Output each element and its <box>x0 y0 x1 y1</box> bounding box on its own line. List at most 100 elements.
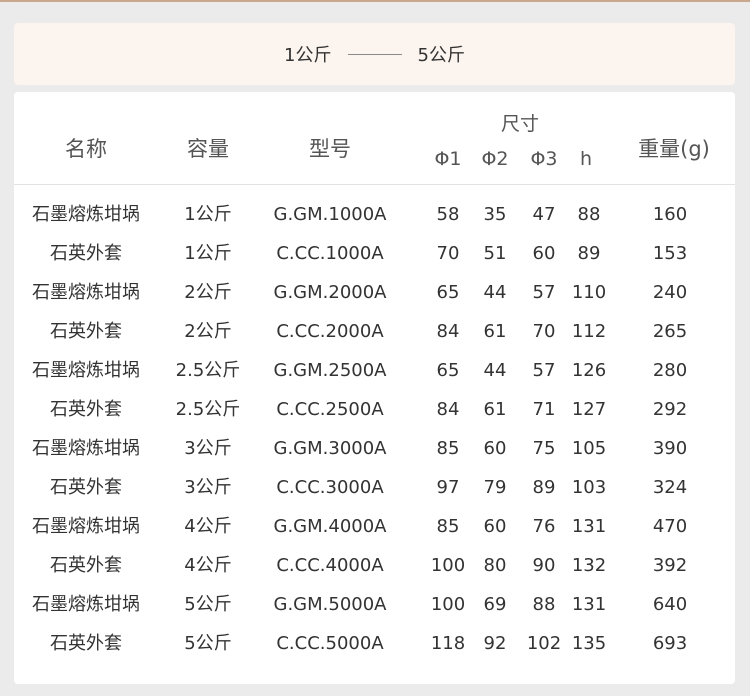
table-row: 石英外套 1公斤 C.CC.1000A 70 51 60 89 153 <box>14 234 735 273</box>
range-dash <box>347 53 402 55</box>
header-h: h <box>579 148 593 170</box>
cell-d3: 76 <box>532 516 556 537</box>
cell-d3: 75 <box>532 438 556 459</box>
cell-h: 131 <box>571 594 607 615</box>
table-row: 石墨熔炼坩埚 2.5公斤 G.GM.2500A 65 44 57 126 280 <box>14 351 735 390</box>
table-row: 石英外套 3公斤 C.CC.3000A 97 79 89 103 324 <box>14 468 735 507</box>
cell-d1: 84 <box>436 321 460 342</box>
cell-d1: 97 <box>436 477 460 498</box>
cell-d3: 70 <box>532 321 556 342</box>
cell-name: 石英外套 <box>50 399 122 420</box>
cell-d2: 61 <box>483 399 507 420</box>
cell-weight: 392 <box>652 555 688 576</box>
cell-h: 88 <box>577 204 601 225</box>
cell-weight: 153 <box>652 243 688 264</box>
cell-model: C.CC.5000A <box>276 633 384 654</box>
cell-capacity: 2公斤 <box>184 282 232 303</box>
table-row: 石英外套 5公斤 C.CC.5000A 118 92 102 135 693 <box>14 624 735 663</box>
cell-d2: 44 <box>483 360 507 381</box>
cell-d3: 90 <box>532 555 556 576</box>
cell-weight: 324 <box>652 477 688 498</box>
header-name: 名称 <box>65 137 107 161</box>
cell-weight: 160 <box>652 204 688 225</box>
cell-model: C.CC.2000A <box>276 321 384 342</box>
cell-d2: 79 <box>483 477 507 498</box>
cell-capacity: 2公斤 <box>184 321 232 342</box>
cell-d3: 89 <box>532 477 556 498</box>
cell-weight: 265 <box>652 321 688 342</box>
cell-d2: 60 <box>483 438 507 459</box>
cell-h: 135 <box>571 633 607 654</box>
cell-d1: 65 <box>436 282 460 303</box>
cell-weight: 470 <box>652 516 688 537</box>
cell-capacity: 4公斤 <box>184 555 232 576</box>
cell-model: C.CC.1000A <box>276 243 384 264</box>
cell-name: 石英外套 <box>50 321 122 342</box>
cell-model: G.GM.2000A <box>273 282 387 303</box>
cell-d3: 71 <box>532 399 556 420</box>
cell-d2: 69 <box>483 594 507 615</box>
cell-d3: 57 <box>532 360 556 381</box>
cell-h: 112 <box>571 321 607 342</box>
cell-d3: 88 <box>532 594 556 615</box>
table-row: 石墨熔炼坩埚 4公斤 G.GM.4000A 85 60 76 131 470 <box>14 507 735 546</box>
table-row: 石墨熔炼坩埚 1公斤 G.GM.1000A 58 35 47 88 160 <box>14 195 735 234</box>
cell-d3: 47 <box>532 204 556 225</box>
top-accent-strip <box>0 0 750 2</box>
cell-capacity: 5公斤 <box>184 633 232 654</box>
cell-d1: 100 <box>430 594 466 615</box>
cell-capacity: 2.5公斤 <box>175 399 241 420</box>
cell-capacity: 4公斤 <box>184 516 232 537</box>
cell-d1: 100 <box>430 555 466 576</box>
cell-name: 石墨熔炼坩埚 <box>32 516 140 537</box>
cell-name: 石英外套 <box>50 555 122 576</box>
cell-h: 110 <box>571 282 607 303</box>
cell-name: 石墨熔炼坩埚 <box>32 594 140 615</box>
table-row: 石英外套 2公斤 C.CC.2000A 84 61 70 112 265 <box>14 312 735 351</box>
cell-model: C.CC.4000A <box>276 555 384 576</box>
range-from: 1公斤 <box>284 45 332 66</box>
cell-model: G.GM.5000A <box>273 594 387 615</box>
cell-name: 石墨熔炼坩埚 <box>32 204 140 225</box>
cell-model: G.GM.4000A <box>273 516 387 537</box>
table-row: 石英外套 2.5公斤 C.CC.2500A 84 61 71 127 292 <box>14 390 735 429</box>
cell-h: 105 <box>571 438 607 459</box>
cell-name: 石墨熔炼坩埚 <box>32 360 140 381</box>
capacity-range-banner: 1公斤 5公斤 <box>14 23 735 85</box>
cell-d1: 65 <box>436 360 460 381</box>
cell-model: G.GM.1000A <box>273 204 387 225</box>
cell-weight: 280 <box>652 360 688 381</box>
header-d3: Φ3 <box>530 148 558 170</box>
cell-model: C.CC.3000A <box>276 477 384 498</box>
cell-capacity: 3公斤 <box>184 477 232 498</box>
cell-weight: 640 <box>652 594 688 615</box>
cell-d1: 85 <box>436 516 460 537</box>
cell-d2: 35 <box>483 204 507 225</box>
cell-name: 石英外套 <box>50 477 122 498</box>
table-row: 石墨熔炼坩埚 3公斤 G.GM.3000A 85 60 75 105 390 <box>14 429 735 468</box>
header-model: 型号 <box>309 137 351 161</box>
cell-capacity: 5公斤 <box>184 594 232 615</box>
cell-model: C.CC.2500A <box>276 399 384 420</box>
cell-d1: 84 <box>436 399 460 420</box>
cell-d1: 70 <box>436 243 460 264</box>
cell-model: G.GM.3000A <box>273 438 387 459</box>
cell-model: G.GM.2500A <box>273 360 387 381</box>
header-d1: Φ1 <box>434 148 462 170</box>
cell-h: 103 <box>571 477 607 498</box>
cell-d2: 44 <box>483 282 507 303</box>
cell-h: 132 <box>571 555 607 576</box>
header-d2: Φ2 <box>481 148 509 170</box>
cell-d2: 80 <box>483 555 507 576</box>
header-capacity: 容量 <box>187 137 229 161</box>
range-to: 5公斤 <box>417 45 465 66</box>
table-row: 石墨熔炼坩埚 5公斤 G.GM.5000A 100 69 88 131 640 <box>14 585 735 624</box>
cell-d2: 61 <box>483 321 507 342</box>
cell-d1: 58 <box>436 204 460 225</box>
header-weight: 重量(g) <box>638 137 710 161</box>
cell-d2: 51 <box>483 243 507 264</box>
cell-weight: 693 <box>652 633 688 654</box>
cell-h: 126 <box>571 360 607 381</box>
cell-h: 89 <box>577 243 601 264</box>
cell-name: 石英外套 <box>50 633 122 654</box>
